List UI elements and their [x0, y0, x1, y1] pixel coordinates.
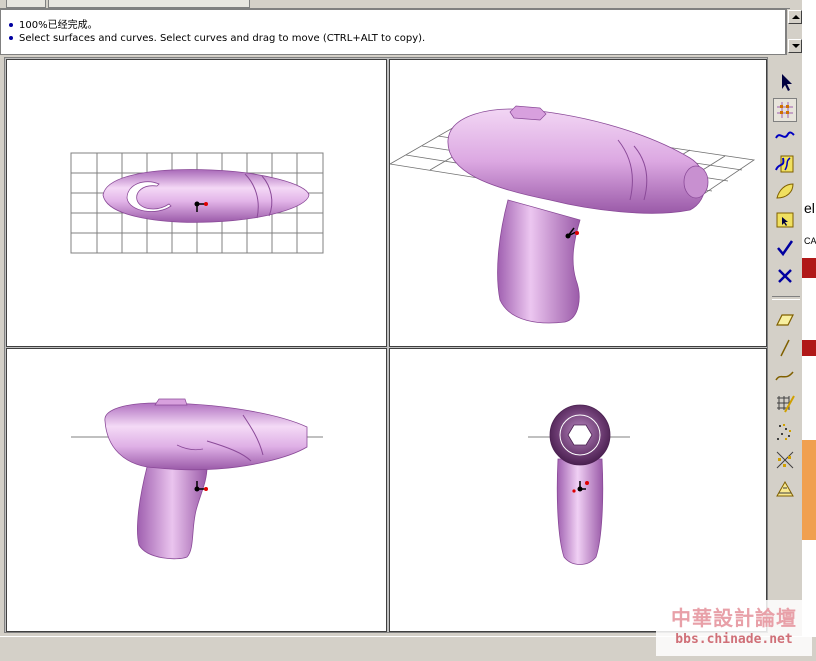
- select-surface-curve-tool[interactable]: [773, 152, 797, 176]
- select-curve-icon: [775, 131, 795, 139]
- scatter-points-tool[interactable]: [773, 448, 797, 472]
- top-tab-strip: [0, 0, 790, 9]
- point-cloud-icon: [777, 424, 791, 440]
- cancel-x-icon: [778, 269, 792, 283]
- background-window-fragment: el CA: [802, 0, 816, 660]
- ok-tool[interactable]: [773, 236, 797, 260]
- select-polysurface-tool[interactable]: [773, 208, 797, 232]
- message-line-2: Select surfaces and curves. Select curve…: [9, 33, 425, 44]
- scroll-down-button[interactable]: [788, 39, 802, 53]
- surface-grid-icon: [777, 395, 795, 413]
- model-top: [102, 169, 310, 223]
- select-curve-tool[interactable]: [773, 124, 797, 148]
- toolbar-separator: [772, 296, 800, 300]
- bg-fragment-text-2: CA: [804, 236, 816, 246]
- select-arrow-icon: [782, 74, 792, 91]
- watermark-title: 中華設計論壇: [671, 606, 797, 630]
- surface-grid-tool[interactable]: [773, 392, 797, 416]
- select-arrow-tool[interactable]: [773, 70, 797, 94]
- scroll-up-button[interactable]: [788, 10, 802, 24]
- viewport-front[interactable]: [6, 348, 387, 632]
- bg-fragment-red-bar: [802, 258, 816, 278]
- viewport-area: [4, 57, 768, 633]
- select-points-tool[interactable]: [773, 98, 797, 122]
- viewport-perspective[interactable]: [388, 59, 767, 347]
- watermark: 中華設計論壇 bbs.chinade.net: [656, 600, 812, 656]
- point-cloud-tool[interactable]: [773, 420, 797, 444]
- watermark-url: bbs.chinade.net: [675, 632, 793, 647]
- model-front: [104, 398, 308, 560]
- history-scrollbar[interactable]: [786, 9, 802, 55]
- dimension-tool[interactable]: [773, 476, 797, 500]
- viewport-right[interactable]: [389, 348, 767, 632]
- viewport-top[interactable]: [6, 59, 387, 347]
- top-tab-2[interactable]: [48, 0, 250, 8]
- plane-icon: [776, 314, 794, 326]
- cancel-tool[interactable]: [773, 264, 797, 288]
- right-view-canvas: [528, 404, 630, 565]
- message-text: 100%已经完成。: [19, 20, 98, 31]
- select-surface-curve-icon: [775, 155, 794, 173]
- bullet-icon: [9, 36, 13, 40]
- arrow-down-icon: [792, 44, 800, 48]
- model-right: [549, 404, 611, 565]
- front-view-canvas: [71, 398, 323, 560]
- model-perspective: [447, 105, 709, 324]
- perspective-view-canvas: [388, 105, 756, 324]
- curve-icon: [775, 371, 794, 381]
- bullet-icon: [9, 23, 13, 27]
- message-line-1: 100%已经完成。: [9, 16, 98, 31]
- select-surface-icon: [776, 183, 794, 199]
- arrow-up-icon: [792, 15, 800, 19]
- line-tool[interactable]: [773, 336, 797, 360]
- curve-tool[interactable]: [773, 364, 797, 388]
- bg-fragment-text-1: el: [804, 200, 815, 216]
- selection-toolbar: [770, 62, 802, 502]
- dimension-icon: [776, 480, 794, 497]
- command-history-pane: 100%已经完成。 Select surfaces and curves. Se…: [0, 9, 786, 55]
- plane-tool[interactable]: [773, 308, 797, 332]
- ok-check-icon: [777, 240, 794, 257]
- line-icon: [780, 339, 790, 357]
- select-points-icon: [777, 102, 793, 118]
- top-tab-1[interactable]: [6, 0, 46, 8]
- select-polysurface-icon: [776, 212, 794, 228]
- bg-fragment-image: [802, 440, 816, 540]
- top-view-canvas: [70, 152, 324, 254]
- scatter-points-icon: [776, 451, 794, 469]
- bg-fragment-red-bar: [802, 340, 816, 356]
- select-surface-tool[interactable]: [773, 180, 797, 204]
- message-text: Select surfaces and curves. Select curve…: [19, 33, 426, 44]
